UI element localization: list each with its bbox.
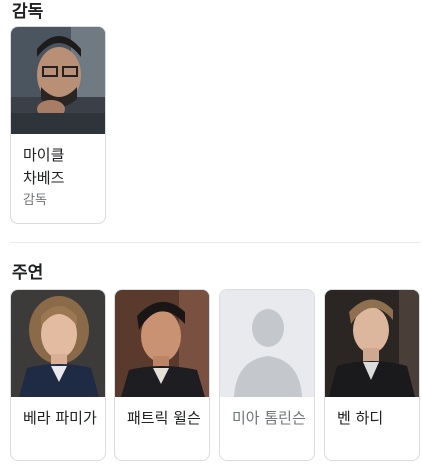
person-photo-placeholder — [220, 290, 314, 397]
person-card-cast[interactable]: 패트릭 윌슨 — [114, 289, 210, 461]
person-name: 패트릭 윌슨 — [127, 409, 201, 427]
director-section-title: 감독 — [12, 2, 44, 22]
person-name: 베라 파미가 — [23, 409, 97, 427]
person-card-cast[interactable]: 베라 파미가 — [10, 289, 106, 461]
person-photo — [11, 27, 105, 134]
person-name: 미아 톰린슨 — [232, 409, 306, 427]
person-card-cast[interactable]: 벤 하디 — [324, 289, 420, 461]
person-card-director[interactable]: 마이클 차베즈 감독 — [10, 26, 106, 224]
person-photo — [325, 290, 419, 397]
cast-section-title: 주연 — [12, 263, 44, 283]
person-name: 마이클 차베즈 — [23, 146, 65, 187]
person-silhouette-icon — [220, 290, 314, 397]
person-role: 감독 — [23, 193, 47, 208]
person-photo — [11, 290, 105, 397]
person-card-cast[interactable]: 미아 톰린슨 — [219, 289, 315, 461]
person-name: 벤 하디 — [337, 409, 384, 427]
section-divider — [10, 242, 420, 243]
person-photo — [115, 290, 209, 397]
